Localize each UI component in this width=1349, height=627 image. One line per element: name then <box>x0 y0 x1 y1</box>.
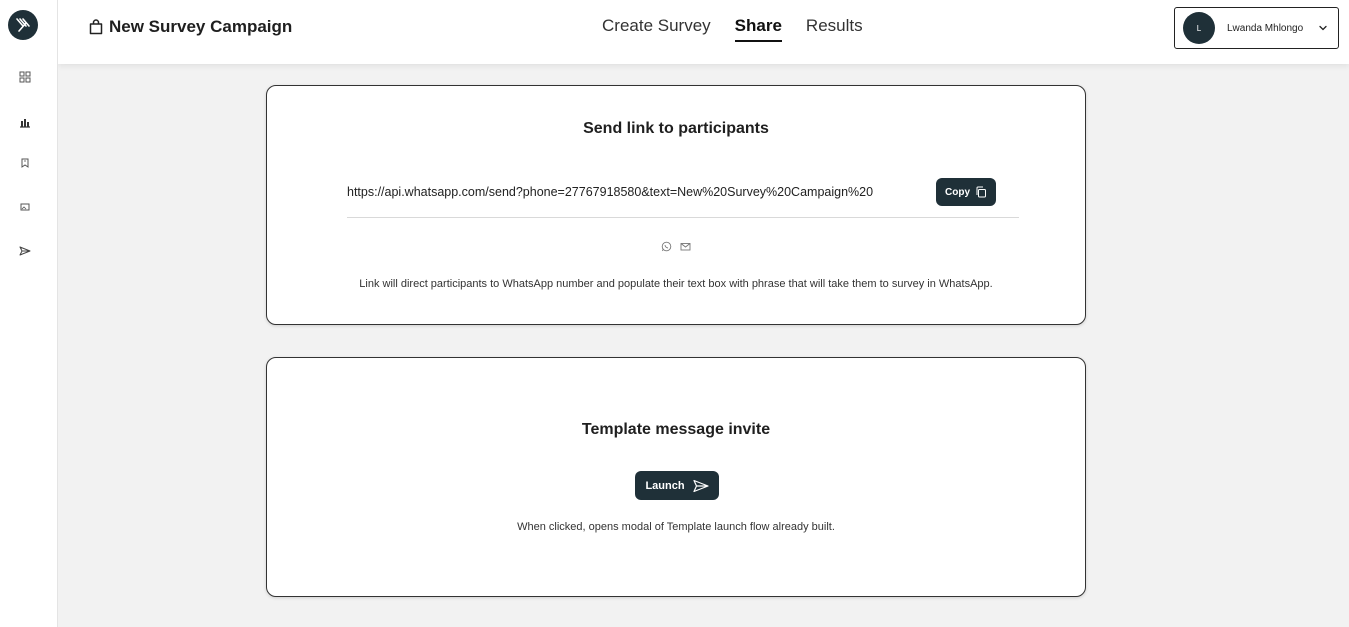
bar-chart-icon[interactable] <box>19 116 31 128</box>
page-title: New Survey Campaign <box>89 17 292 37</box>
user-name: Lwanda Mhlongo <box>1227 22 1304 34</box>
page-title-text: New Survey Campaign <box>109 17 293 36</box>
mail-icon[interactable] <box>680 241 691 252</box>
book-icon[interactable] <box>19 157 31 169</box>
send-link-card: Send link to participants https://api.wh… <box>266 85 1086 325</box>
brand-logo[interactable] <box>8 10 38 40</box>
sidebar <box>0 0 58 627</box>
launch-button-label: Launch <box>645 479 685 492</box>
copy-button[interactable]: Copy <box>936 178 996 206</box>
avatar: L <box>1183 12 1215 44</box>
whatsapp-icon[interactable] <box>661 241 672 252</box>
top-bar: New Survey Campaign Create Survey Share … <box>58 0 1349 64</box>
shopping-bag-icon <box>89 19 103 35</box>
copy-icon <box>976 186 986 198</box>
share-link-field[interactable]: https://api.whatsapp.com/send?phone=2776… <box>347 178 1019 218</box>
send-link-description: Link will direct participants to WhatsAp… <box>359 278 993 290</box>
share-link-text[interactable]: https://api.whatsapp.com/send?phone=2776… <box>347 185 873 199</box>
brand-logo-icon <box>16 18 30 32</box>
template-message-description: When clicked, opens modal of Template la… <box>517 521 835 533</box>
share-icons <box>267 241 1085 252</box>
send-link-title: Send link to participants <box>583 120 769 137</box>
template-message-title: Template message invite <box>581 421 771 438</box>
tab-results[interactable]: Results <box>806 16 863 42</box>
image-icon[interactable] <box>19 201 31 213</box>
tab-share[interactable]: Share <box>734 16 782 42</box>
tab-bar: Create Survey Share Results <box>602 16 863 42</box>
tab-create-survey[interactable]: Create Survey <box>602 16 711 42</box>
send-icon <box>692 479 709 492</box>
template-message-card: Template message invite Launch When clic… <box>266 357 1086 597</box>
send-icon[interactable] <box>19 245 31 257</box>
user-menu[interactable]: L Lwanda Mhlongo <box>1174 7 1339 49</box>
copy-button-label: Copy <box>945 186 970 198</box>
chevron-down-icon <box>1319 25 1327 31</box>
dashboard-grid-icon[interactable] <box>19 71 31 83</box>
launch-button[interactable]: Launch <box>635 471 719 500</box>
